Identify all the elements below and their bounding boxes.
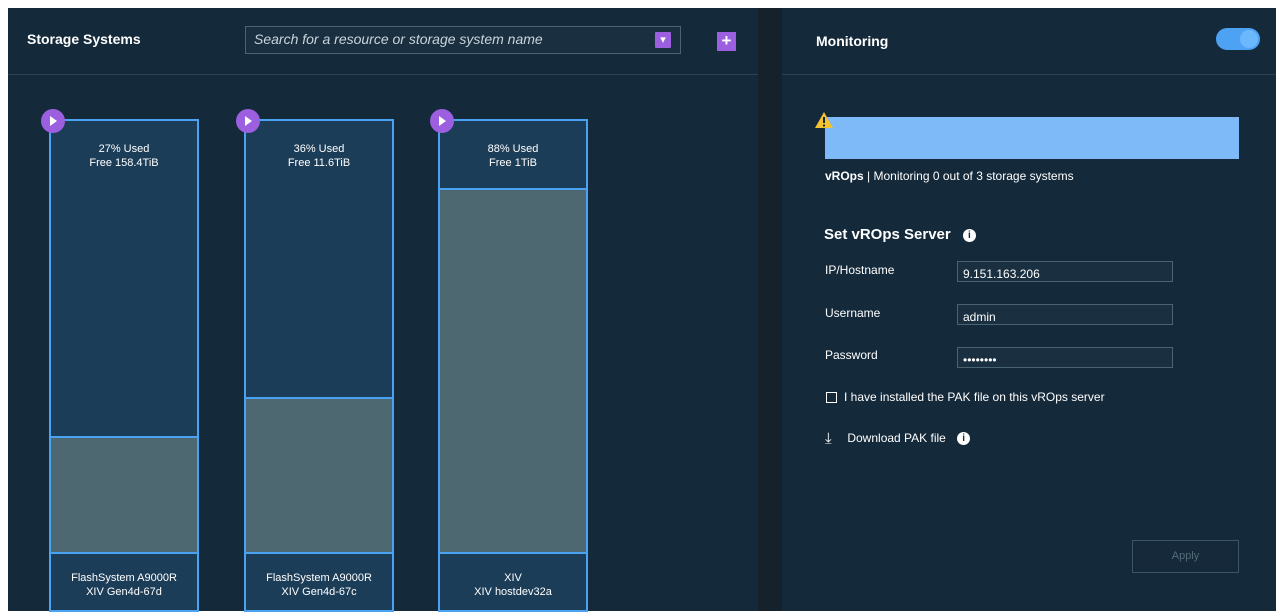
system-host: XIV Gen4d-67c [281, 586, 357, 598]
storage-system-name: FlashSystem A9000R XIV Gen4d-67d [51, 571, 197, 599]
storage-system-footer: FlashSystem A9000R XIV Gen4d-67d [51, 552, 197, 610]
vrops-status-line: vROps | Monitoring 0 out of 3 storage sy… [825, 169, 1074, 183]
storage-system-footer: XIV XIV hostdev32a [440, 552, 586, 610]
pak-installed-label[interactable]: I have installed the PAK file on this vR… [844, 390, 1105, 404]
used-percentage: 27% Used [98, 143, 150, 155]
play-icon[interactable] [41, 109, 65, 133]
set-vrops-server-label: Set vROps Server [824, 226, 951, 243]
resource-search[interactable]: Search for a resource or storage system … [245, 26, 681, 54]
play-icon[interactable] [236, 109, 260, 133]
system-model: FlashSystem A9000R [266, 572, 372, 584]
vrops-status: Monitoring 0 out of 3 storage systems [873, 169, 1074, 183]
system-model: XIV [504, 572, 522, 584]
panel-divider [758, 8, 782, 611]
set-vrops-server-title: Set vROps Server i [824, 226, 976, 243]
storage-system-card[interactable]: 88% Used Free 1TiB XIV XIV hostdev32a [430, 109, 588, 612]
monitoring-panel: Monitoring vROps | Monitoring 0 out of 3… [782, 8, 1276, 611]
ip-hostname-input[interactable]: 9.151.163.206 [957, 261, 1173, 282]
info-icon[interactable]: i [962, 228, 976, 242]
monitoring-title: Monitoring [816, 33, 889, 49]
vrops-label: vROps [825, 169, 864, 183]
free-capacity: Free 158.4TiB [89, 157, 159, 169]
storage-system-card[interactable]: 27% Used Free 158.4TiB FlashSystem A9000… [41, 109, 199, 612]
used-capacity-bar [51, 436, 197, 554]
storage-system-name: FlashSystem A9000R XIV Gen4d-67c [246, 571, 392, 599]
search-placeholder: Search for a resource or storage system … [254, 31, 543, 47]
password-input[interactable]: •••••••• [957, 347, 1173, 368]
username-label: Username [825, 306, 881, 320]
system-model: FlashSystem A9000R [71, 572, 177, 584]
download-icon: ⤓ [825, 430, 832, 448]
storage-systems-panel: Storage Systems Search for a resource or… [8, 8, 758, 612]
warning-icon [815, 112, 833, 128]
toggle-knob [1240, 30, 1258, 48]
storage-capacity-stats: 27% Used Free 158.4TiB [51, 142, 197, 170]
chevron-down-icon[interactable]: ▾ [655, 32, 671, 48]
add-storage-system-button[interactable]: + [717, 32, 736, 51]
used-percentage: 36% Used [293, 143, 345, 155]
storage-capacity-stats: 88% Used Free 1TiB [440, 142, 586, 170]
apply-button[interactable]: Apply [1132, 540, 1239, 573]
storage-systems-title: Storage Systems [27, 31, 141, 47]
download-pak-label[interactable]: Download PAK file [847, 431, 946, 445]
ip-hostname-label: IP/Hostname [825, 263, 895, 277]
info-icon[interactable]: i [957, 432, 971, 446]
storage-system-footer: FlashSystem A9000R XIV Gen4d-67c [246, 552, 392, 610]
play-icon[interactable] [430, 109, 454, 133]
used-capacity-bar [246, 397, 392, 554]
storage-system-card[interactable]: 36% Used Free 11.6TiB FlashSystem A9000R… [236, 109, 394, 612]
used-capacity-bar [440, 188, 586, 554]
free-capacity: Free 11.6TiB [287, 157, 351, 169]
panel-header-divider [8, 74, 758, 75]
system-host: XIV Gen4d-67d [86, 586, 162, 598]
system-host: XIV hostdev32a [474, 586, 552, 598]
monitoring-toggle[interactable] [1216, 28, 1260, 50]
monitoring-alert-bar [825, 117, 1239, 159]
pak-installed-checkbox[interactable] [826, 392, 837, 403]
used-percentage: 88% Used [487, 143, 539, 155]
panel-header-divider [782, 74, 1276, 75]
storage-capacity-stats: 36% Used Free 11.6TiB [246, 142, 392, 170]
storage-system-name: XIV XIV hostdev32a [440, 571, 586, 599]
free-capacity: Free 1TiB [489, 157, 537, 169]
username-input[interactable]: admin [957, 304, 1173, 325]
password-label: Password [825, 348, 878, 362]
download-pak-link[interactable]: ⤓ Download PAK file i [825, 430, 971, 448]
